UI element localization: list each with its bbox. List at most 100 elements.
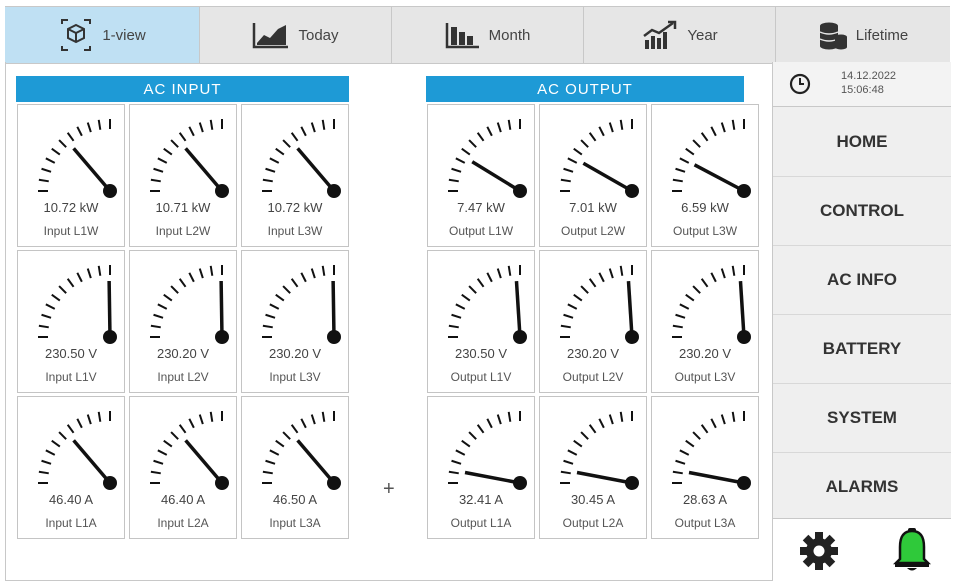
bell-icon[interactable] [892,527,932,578]
gauge-hub [215,330,229,344]
gauge-tick [153,167,164,173]
gauge-tick [567,157,578,164]
ac-input-header: AC INPUT [16,76,349,102]
gauge-tick [692,285,701,294]
gauge-needle [184,147,224,193]
gauge-tick [300,272,307,283]
gauge-hub [103,476,117,490]
gauge-tick [86,268,92,279]
tab-month[interactable]: Month [392,7,584,63]
gauge-tick [507,265,512,276]
gauge-dial [262,119,341,198]
gauge-hub [625,184,639,198]
gauge-dial [38,265,117,344]
gauge-tick [300,126,307,137]
tab-today[interactable]: Today [200,7,392,63]
gauge-tile: 230.20 V Input L3V [241,250,349,393]
gauge-tick [486,272,493,283]
gauge-tick [265,459,276,465]
gauge-label: Input L3W [267,224,323,238]
area-chart-icon [252,21,290,49]
gauge-tick [588,278,597,288]
gauge-hub [327,184,341,198]
gauge-tick [476,278,485,288]
gauge-tick [468,285,477,294]
gauge-tile: 6.59 kW Output L3W [651,104,759,247]
gauge-value: 10.71 kW [155,200,211,215]
gauge-tick [720,268,726,279]
gauge-hub [103,330,117,344]
tab-lifetime[interactable]: Lifetime [776,7,950,63]
gauge-tick [38,178,49,183]
gauge-needle [296,439,336,485]
gauge-tick [567,449,578,456]
gauge-tile: 230.50 V Input L1V [17,250,125,393]
gauge-tick [451,459,462,465]
gauge-tick [321,411,326,422]
gauge-tick [66,278,75,288]
gauge-label: Input L1V [45,370,97,384]
gauge-tick [178,132,187,142]
gauge-hub [215,476,229,490]
gauge-tick [451,167,462,173]
gauge-tick [468,431,477,440]
gauge-tick [265,167,276,173]
gauge-dial [448,265,527,344]
database-icon [818,20,848,50]
gauge-tick [265,313,276,319]
gauge-needle [296,147,336,193]
gauge-tile: 30.45 A Output L2A [539,396,647,539]
menu-home[interactable]: HOME [773,107,951,177]
tab-year[interactable]: Year [584,7,776,63]
gauge-tick [675,167,686,173]
gauge-tick [692,139,701,148]
menu-alarms[interactable]: ALARMS [773,452,951,521]
gauge-label: Input L2W [155,224,211,238]
gauge-value: 46.40 A [48,492,94,507]
menu-control[interactable]: CONTROL [773,176,951,246]
gauge-needle [464,470,521,485]
gauge-tick [163,439,173,448]
gauge-dial [672,119,751,198]
gauge-tick [170,431,179,440]
gauge-tick [720,122,726,133]
gauge-tick [720,414,726,425]
gauge-tick [692,431,701,440]
gauge-tick [476,132,485,142]
gauge-value: 46.50 A [272,492,318,507]
menu-ac-info[interactable]: AC INFO [773,245,951,315]
menu-battery[interactable]: BATTERY [773,314,951,384]
tab-label: Today [298,26,339,44]
gauge-label: Output L2V [562,370,624,384]
tab-label: Month [488,26,531,44]
gauge-tick [198,268,204,279]
menu-system[interactable]: SYSTEM [773,383,951,453]
gauge-tick [38,470,49,475]
gauge-needle [471,160,521,193]
gauge-tick [608,414,614,425]
gauge-tile: 230.20 V Output L2V [539,250,647,393]
gauge-dial [672,411,751,490]
trend-chart-icon [641,20,679,50]
gauge-label: Output L1A [450,516,512,530]
gauge-label: Input L2A [157,516,209,530]
gauge-tick [310,268,316,279]
gauge-tick [476,424,485,434]
gauge-tile: 10.72 kW Input L3W [241,104,349,247]
gauge-needle [184,439,224,485]
gauge-tick [563,167,574,173]
gauge-tick [588,132,597,142]
gauge-value: 30.45 A [570,492,616,507]
gauge-tick [675,459,686,465]
gear-icon[interactable] [799,531,839,576]
gauge-tick [150,324,161,329]
gauge-tick [507,411,512,422]
tab-1-view[interactable]: 1-view [5,7,200,63]
gauge-label: Input L3V [269,370,321,384]
gauge-tick [269,157,280,164]
gauge-tick [51,439,61,448]
ac-input-title: AC INPUT [143,80,222,98]
gauge-label: Input L3A [269,516,321,530]
gauge-needle [693,163,745,193]
gauge-label: Output L1W [448,224,514,238]
